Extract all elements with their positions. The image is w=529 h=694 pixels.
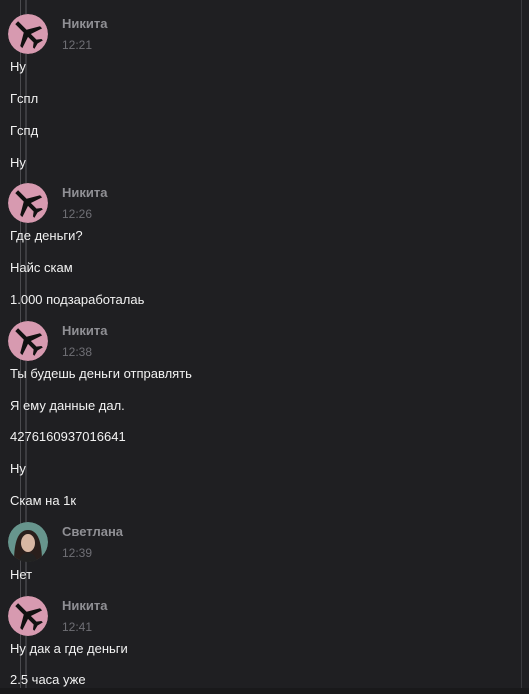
message-text: Ну (10, 461, 26, 476)
message-timestamp: 12:41 (62, 620, 93, 634)
author-name[interactable]: Никита (62, 16, 107, 31)
author-name[interactable]: Никита (62, 598, 107, 613)
message-timestamp: 12:26 (62, 207, 93, 221)
message-text: Скам на 1к (10, 493, 77, 508)
message-text: Ну (10, 59, 26, 74)
message-text: 2.5 часа уже (10, 672, 86, 687)
message-text: Ты будешь деньги отправлять (10, 366, 192, 381)
message-text: Гспл (10, 91, 39, 106)
message-text: 1.000 подзаработалаь (10, 292, 145, 307)
user-photo-avatar[interactable] (8, 522, 48, 562)
message-text: Найс скам (10, 260, 73, 275)
airplane-icon[interactable] (8, 321, 48, 361)
message-text: Ну (10, 155, 26, 170)
chat-panel (20, 0, 522, 694)
message-timestamp: 12:39 (62, 546, 93, 560)
author-name[interactable]: Никита (62, 323, 107, 338)
airplane-icon[interactable] (8, 183, 48, 223)
airplane-icon[interactable] (8, 596, 48, 636)
message-text: Гспд (10, 123, 39, 138)
message-timestamp: 12:21 (62, 38, 93, 52)
bottom-edge (0, 688, 529, 694)
message-text: Нет (10, 567, 33, 582)
airplane-icon[interactable] (8, 14, 48, 54)
message-text: Где деньги? (10, 228, 83, 243)
message-text: Я ему данные дал. (10, 398, 125, 413)
message-text: 4276160937016641 (10, 429, 126, 444)
message-text: Ну дак а где деньги (10, 641, 128, 656)
author-name[interactable]: Никита (62, 185, 107, 200)
message-timestamp: 12:38 (62, 345, 93, 359)
author-name[interactable]: Светлана (62, 524, 123, 539)
